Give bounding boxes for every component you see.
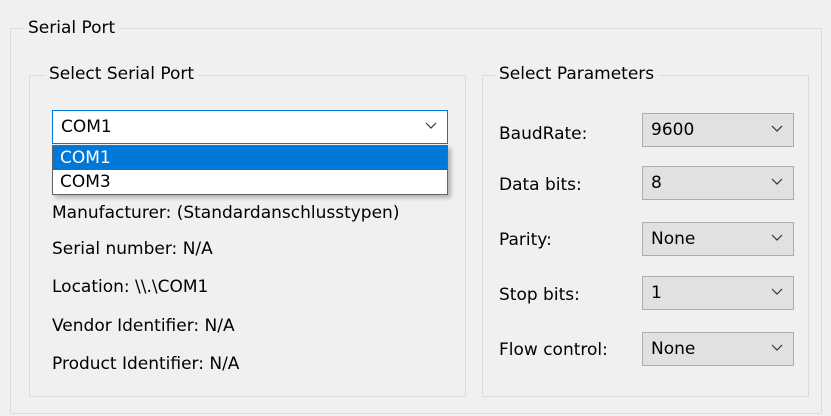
flow-control-combobox[interactable]: None [642, 332, 794, 366]
select-parameters-title: Select Parameters [495, 64, 659, 84]
serial-port-selected: COM1 [61, 117, 112, 137]
dropdown-option-com3[interactable]: COM3 [53, 170, 447, 194]
parity-combobox[interactable]: None [642, 222, 794, 256]
stop-bits-label: Stop bits: [499, 285, 580, 305]
data-bits-label: Data bits: [499, 175, 582, 195]
baud-rate-combobox[interactable]: 9600 [642, 113, 794, 147]
serial-port-group-title: Serial Port [24, 18, 120, 38]
baud-rate-label: BaudRate: [499, 124, 588, 144]
baud-rate-value: 9600 [651, 120, 695, 140]
dropdown-option-com1[interactable]: COM1 [53, 146, 447, 170]
data-bits-combobox[interactable]: 8 [642, 166, 794, 200]
chevron-down-icon [425, 122, 437, 129]
chevron-down-icon [771, 344, 783, 351]
stop-bits-combobox[interactable]: 1 [642, 276, 794, 310]
parity-label: Parity: [499, 230, 552, 250]
parity-value: None [651, 229, 696, 249]
chevron-down-icon [771, 125, 783, 132]
chevron-down-icon [771, 178, 783, 185]
chevron-down-icon [771, 234, 783, 241]
manufacturer-label: Manufacturer: (Standardanschlusstypen) [52, 203, 400, 223]
stop-bits-value: 1 [651, 283, 662, 303]
vendor-identifier-label: Vendor Identifier: N/A [52, 316, 235, 336]
serial-number-label: Serial number: N/A [52, 239, 213, 259]
flow-control-value: None [651, 339, 696, 359]
data-bits-value: 8 [651, 173, 662, 193]
select-serial-port-title: Select Serial Port [45, 64, 199, 84]
chevron-down-icon [771, 288, 783, 295]
product-identifier-label: Product Identifier: N/A [52, 354, 240, 374]
location-label: Location: \\.\COM1 [52, 277, 209, 297]
serial-port-combobox[interactable]: COM1 [52, 110, 448, 144]
flow-control-label: Flow control: [499, 340, 608, 360]
serial-port-dropdown-list: COM1 COM3 [52, 145, 448, 195]
